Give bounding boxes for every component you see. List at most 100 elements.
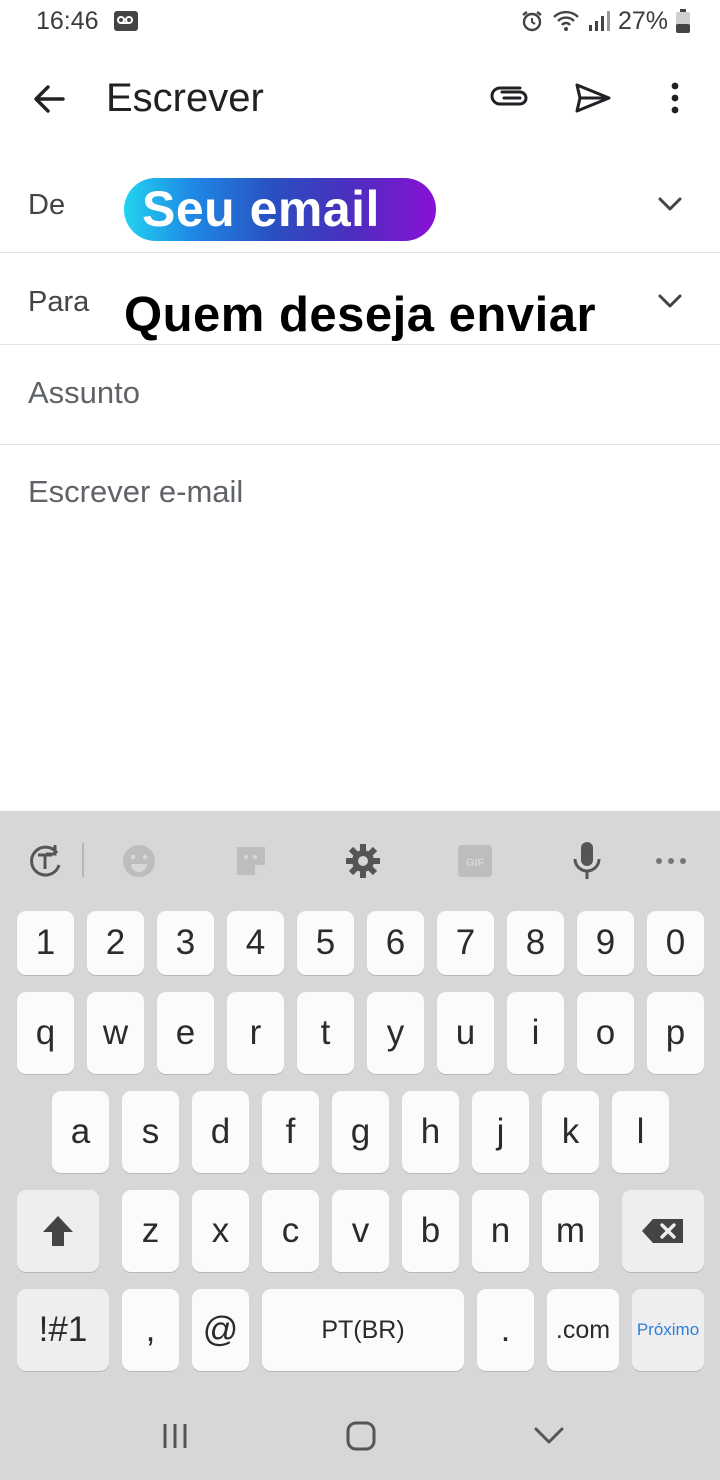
key-d[interactable]: d [192,1091,249,1173]
next-key[interactable]: Próximo [632,1289,704,1371]
key-2-label: 2 [105,923,126,962]
battery-percent: 27% [617,6,668,35]
backspace-key[interactable] [622,1190,704,1272]
key-q[interactable]: q [17,992,74,1074]
key-m[interactable]: m [542,1190,599,1272]
symbols-key[interactable]: !#1 [17,1289,109,1371]
from-label: De [28,189,66,221]
shift-icon [43,1216,73,1246]
key-0[interactable]: 0 [647,911,704,975]
send-icon [575,83,611,113]
navigation-bar [0,1391,720,1480]
key-8[interactable]: 8 [507,911,564,975]
sticker-icon[interactable] [230,840,272,882]
at-key[interactable]: @ [192,1289,249,1371]
battery-icon [676,9,690,33]
period-key-label: . [500,1310,511,1349]
text-mode-icon[interactable] [24,840,66,882]
key-k-label: k [561,1112,580,1151]
key-c[interactable]: c [262,1190,319,1272]
key-z[interactable]: z [122,1190,179,1272]
key-s[interactable]: s [122,1091,179,1173]
key-r[interactable]: r [227,992,284,1074]
key-f[interactable]: f [262,1091,319,1173]
to-row: Para Quem deseja enviar [0,253,720,345]
signal-icon [588,9,610,33]
shift-key[interactable] [17,1190,99,1272]
key-1[interactable]: 1 [17,911,74,975]
key-p[interactable]: p [647,992,704,1074]
key-a[interactable]: a [52,1091,109,1173]
key-k[interactable]: k [542,1091,599,1173]
to-expand-button[interactable] [650,281,690,321]
key-b-label: b [420,1211,441,1250]
subject-input[interactable]: Assunto [28,375,140,411]
from-dropdown-button[interactable] [650,184,690,224]
from-account-field[interactable]: Seu email [124,178,436,241]
key-i[interactable]: i [507,992,564,1074]
key-s-label: s [141,1112,160,1151]
toolbar-divider [82,843,84,877]
key-l[interactable]: l [612,1091,669,1173]
key-y[interactable]: y [367,992,424,1074]
key-6[interactable]: 6 [367,911,424,975]
key-w-label: w [102,1013,129,1052]
key-4[interactable]: 4 [227,911,284,975]
subject-row: Assunto [0,345,720,445]
key-t[interactable]: t [297,992,354,1074]
body-input[interactable]: Escrever e-mail [28,474,243,510]
back-arrow-icon [34,85,65,113]
back-button[interactable] [24,76,74,122]
keyboard: GIF 1 2 3 4 5 6 7 8 9 0 q w e r t y u i o p a s d f g h j k l z x c v b n m… [0,811,720,1391]
key-w[interactable]: w [87,992,144,1074]
key-j[interactable]: j [472,1091,529,1173]
emoji-icon[interactable] [118,840,160,882]
key-x[interactable]: x [192,1190,249,1272]
key-c-label: c [281,1211,300,1250]
gif-icon[interactable]: GIF [454,840,496,882]
at-key-label: @ [202,1310,239,1349]
key-5[interactable]: 5 [297,911,354,975]
more-options-button[interactable] [652,74,698,122]
key-1-label: 1 [35,923,56,962]
key-z-label: z [141,1211,160,1250]
key-7[interactable]: 7 [437,911,494,975]
comma-key[interactable]: , [122,1289,179,1371]
to-recipient-field[interactable]: Quem deseja enviar [124,287,596,343]
key-g-label: g [350,1112,371,1151]
more-horiz-icon[interactable] [650,840,692,882]
settings-gear-icon[interactable] [342,840,384,882]
key-6-label: 6 [385,923,406,962]
send-button[interactable] [568,74,618,122]
back-down-icon[interactable] [524,1413,574,1459]
key-n[interactable]: n [472,1190,529,1272]
key-u[interactable]: u [437,992,494,1074]
page-title: Escrever [106,76,264,120]
key-j-label: j [496,1112,505,1151]
key-2[interactable]: 2 [87,911,144,975]
key-v[interactable]: v [332,1190,389,1272]
key-o[interactable]: o [577,992,634,1074]
attach-button[interactable] [484,74,536,122]
key-a-label: a [70,1112,91,1151]
key-b[interactable]: b [402,1190,459,1272]
key-3[interactable]: 3 [157,911,214,975]
key-9[interactable]: 9 [577,911,634,975]
dotcom-key[interactable]: .com [547,1289,619,1371]
key-h[interactable]: h [402,1091,459,1173]
period-key[interactable]: . [477,1289,534,1371]
space-key[interactable]: PT(BR) [262,1289,464,1371]
to-label: Para [28,286,90,318]
key-u-label: u [455,1013,476,1052]
key-5-label: 5 [315,923,336,962]
key-e-label: e [175,1013,196,1052]
key-g[interactable]: g [332,1091,389,1173]
microphone-icon[interactable] [566,840,608,882]
home-icon[interactable] [336,1413,386,1459]
key-0-label: 0 [665,923,686,962]
key-3-label: 3 [175,923,196,962]
key-7-label: 7 [455,923,476,962]
app-bar: Escrever [0,56,720,142]
key-e[interactable]: e [157,992,214,1074]
recents-icon[interactable] [150,1413,200,1459]
